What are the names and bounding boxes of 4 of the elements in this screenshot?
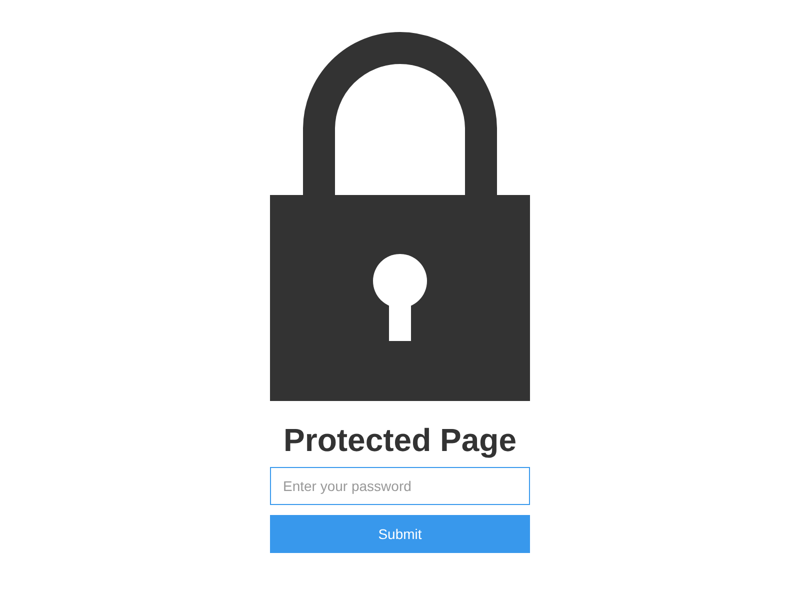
page-title: Protected Page xyxy=(284,421,516,460)
password-field[interactable]: Enter your password xyxy=(270,467,530,505)
submit-button[interactable]: Submit xyxy=(270,515,530,553)
padlock-icon xyxy=(270,32,530,401)
